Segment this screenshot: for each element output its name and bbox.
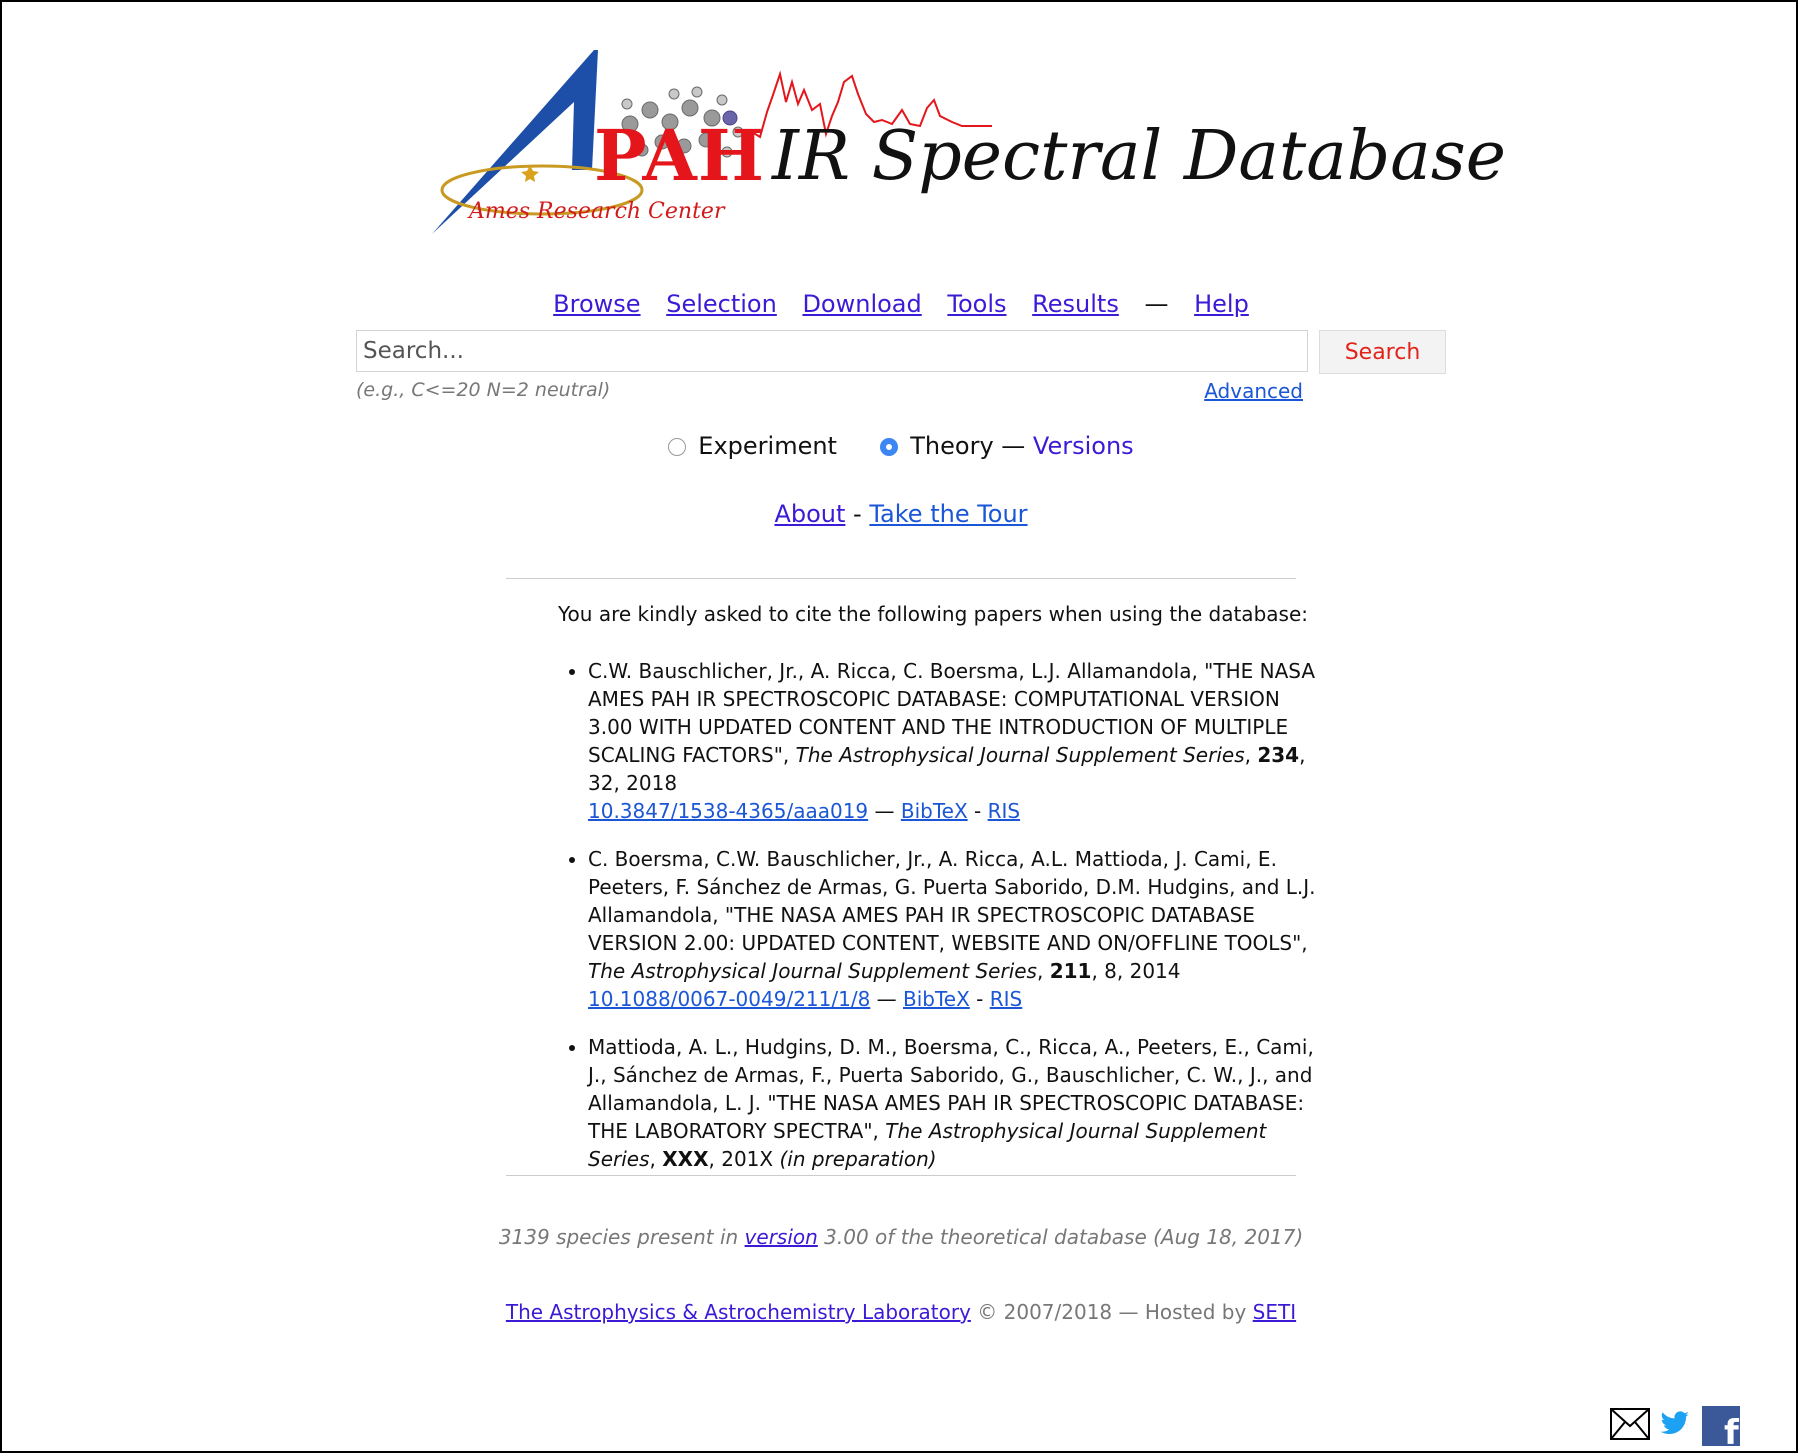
advanced-search-link[interactable]: Advanced [1204, 379, 1303, 403]
citation-intro: You are kindly asked to cite the followi… [558, 602, 1308, 626]
nav-results-link[interactable]: Results [1032, 290, 1119, 318]
search-button[interactable]: Search [1319, 330, 1446, 374]
citation-list: C.W. Bauschlicher, Jr., A. Ricca, C. Boe… [558, 657, 1318, 1193]
citation-item: Mattioda, A. L., Hudgins, D. M., Boersma… [588, 1033, 1318, 1173]
citation-item: C. Boersma, C.W. Bauschlicher, Jr., A. R… [588, 845, 1318, 1013]
search-input[interactable] [356, 330, 1308, 372]
nav-tools-link[interactable]: Tools [947, 290, 1006, 318]
citation-volume: XXX [662, 1147, 709, 1171]
about-link[interactable]: About [774, 500, 845, 528]
experiment-label[interactable]: Experiment [698, 432, 837, 460]
mail-icon[interactable] [1610, 1408, 1650, 1444]
theory-radio[interactable] [880, 438, 899, 456]
credits: The Astrophysics & Astrochemistry Labora… [505, 1300, 1297, 1324]
lab-link[interactable]: The Astrophysics & Astrochemistry Labora… [506, 1300, 971, 1324]
species-count: 3139 species present in version 3.00 of … [498, 1225, 1304, 1249]
citation-year: , 8, 2014 [1091, 959, 1181, 983]
citation-journal: The Astrophysical Journal Supplement Ser… [588, 959, 1037, 983]
social-icons: f [1610, 1406, 1740, 1453]
citation-item: C.W. Bauschlicher, Jr., A. Ricca, C. Boe… [588, 657, 1318, 825]
citation-year: , 201X [708, 1147, 780, 1171]
logo-ames-text: Ames Research Center [469, 199, 725, 224]
logo-title-text: IR Spectral Database [772, 117, 1506, 196]
citation-ris-link[interactable]: RIS [988, 799, 1021, 823]
version-link[interactable]: version [745, 1225, 818, 1249]
divider-top [506, 578, 1296, 579]
citation-note: (in preparation) [779, 1147, 937, 1171]
svg-text:f: f [1724, 1413, 1740, 1446]
citation-doi-link[interactable]: 10.1088/0067-0049/211/1/8 [588, 987, 870, 1011]
citation-journal: The Astrophysical Journal Supplement Ser… [795, 743, 1245, 767]
logo: PAH IR Spectral Database Ames Research C… [422, 42, 1506, 242]
divider-bottom [506, 1175, 1296, 1176]
theory-label[interactable]: Theory [910, 432, 993, 460]
twitter-icon[interactable] [1660, 1410, 1690, 1442]
citation-volume: 211 [1049, 959, 1092, 983]
citation-bibtex-link[interactable]: BibTeX [903, 987, 970, 1011]
nav-separator: — [1144, 290, 1169, 318]
citation-volume: 234 [1257, 743, 1300, 767]
versions-dash: — [1001, 432, 1026, 460]
nav-download-link[interactable]: Download [802, 290, 921, 318]
citation-text: C. Boersma, C.W. Bauschlicher, Jr., A. R… [588, 847, 1316, 955]
nav-browse-link[interactable]: Browse [553, 290, 640, 318]
facebook-icon[interactable]: f [1702, 1406, 1740, 1453]
citation-bibtex-link[interactable]: BibTeX [901, 799, 968, 823]
dataset-selector: Experiment Theory — Versions [2, 432, 1798, 460]
about-tour-separator: - [853, 500, 862, 528]
nav-selection-link[interactable]: Selection [666, 290, 777, 318]
citation-ris-link[interactable]: RIS [990, 987, 1023, 1011]
experiment-radio[interactable] [668, 438, 687, 456]
citation-doi-link[interactable]: 10.3847/1538-4365/aaa019 [588, 799, 868, 823]
main-nav: Browse Selection Download Tools Results … [2, 290, 1798, 318]
nav-help-link[interactable]: Help [1194, 290, 1249, 318]
about-tour-row: About - Take the Tour [2, 500, 1798, 528]
take-tour-link[interactable]: Take the Tour [869, 500, 1027, 528]
logo-pah-text: PAH [594, 114, 765, 197]
seti-link[interactable]: SETI [1253, 1300, 1296, 1324]
versions-link[interactable]: Versions [1033, 432, 1134, 460]
search-hint: (e.g., C<=20 N=2 neutral) [356, 379, 611, 401]
